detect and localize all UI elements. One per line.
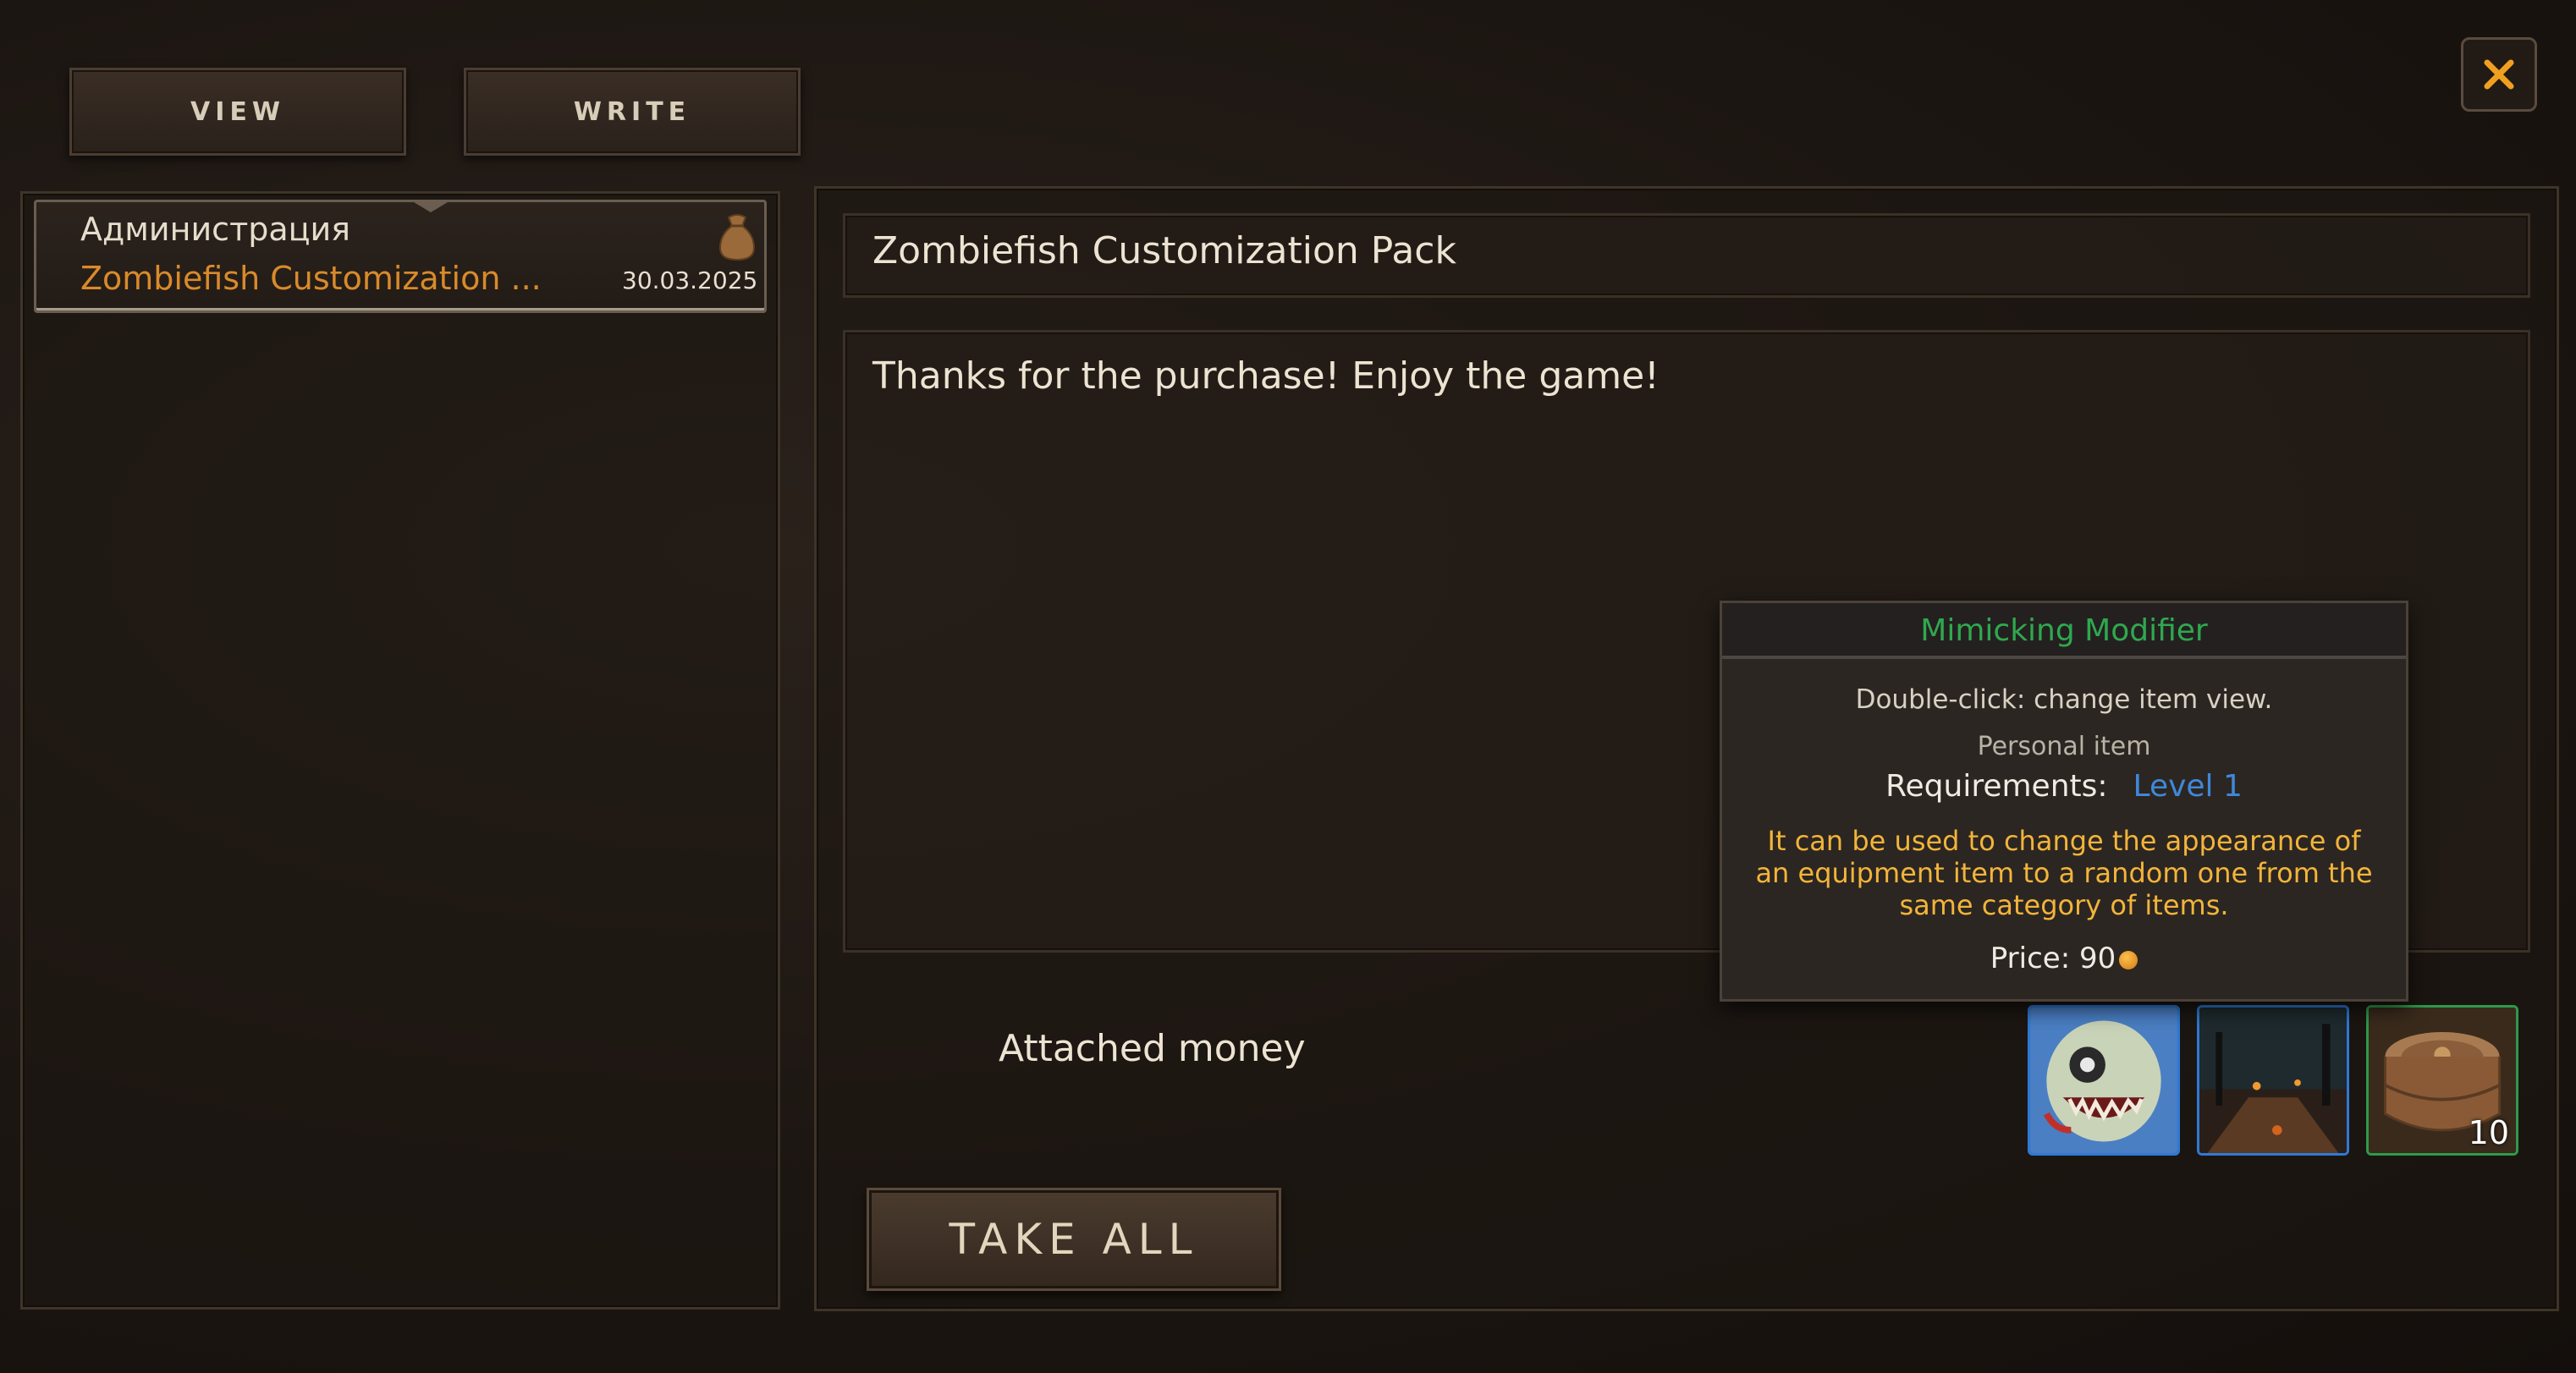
tab-write[interactable]: WRITE: [464, 68, 801, 156]
mail-subject: Zombiefish Customization ...: [80, 260, 542, 297]
money-bag-icon: [718, 214, 756, 261]
attached-money-label: Attached money: [999, 1027, 1306, 1070]
close-button[interactable]: [2461, 37, 2537, 112]
attachment-slot-3[interactable]: 10: [2366, 1005, 2518, 1156]
mail-list-panel: [20, 191, 780, 1310]
requirements-label: Requirements:: [1885, 769, 2108, 804]
mail-sender: Администрация: [80, 211, 351, 248]
tooltip-description: It can be used to change the appearance …: [1755, 825, 2373, 921]
coin-icon: [2119, 951, 2138, 969]
attachment-slot-2[interactable]: [2197, 1005, 2349, 1156]
mail-window: VIEW WRITE Администрация Zombiefish Cust…: [0, 0, 2576, 1373]
tooltip-requirements: Requirements: Level 1: [1722, 769, 2406, 804]
attachment-slot-1[interactable]: [2028, 1005, 2180, 1156]
tooltip-hint: Double-click: change item view.: [1855, 684, 2273, 715]
message-subject: Zombiefish Customization Pack: [872, 229, 1456, 272]
close-icon: [2484, 59, 2514, 90]
mail-date: 30.03.2025: [622, 266, 758, 294]
tab-view[interactable]: VIEW: [69, 68, 406, 156]
price-label: Price: 90: [1990, 942, 2116, 975]
requirements-value: Level 1: [2133, 769, 2243, 804]
take-all-label: TAKE ALL: [949, 1215, 1199, 1264]
tab-write-label: WRITE: [573, 96, 691, 127]
haunted-swamp-scene-icon: [2199, 1008, 2347, 1153]
item-tooltip: Mimicking Modifier Double-click: change …: [1720, 601, 2408, 1002]
tooltip-personal: Personal item: [1977, 732, 2151, 761]
zombie-fish-mask-icon: [2030, 1008, 2177, 1153]
subject-field: Zombiefish Customization Pack: [843, 213, 2530, 298]
tooltip-title: Mimicking Modifier: [1722, 603, 2406, 659]
message-body-text: Thanks for the purchase! Enjoy the game!: [872, 354, 1660, 398]
selection-notch-icon: [414, 202, 448, 212]
attachment-count: 10: [2468, 1114, 2509, 1151]
take-all-button[interactable]: TAKE ALL: [867, 1188, 1281, 1291]
tab-view-label: VIEW: [190, 96, 285, 127]
tooltip-price: Price: 90: [1722, 942, 2406, 975]
mail-list-item[interactable]: Администрация Zombiefish Customization .…: [34, 200, 767, 313]
